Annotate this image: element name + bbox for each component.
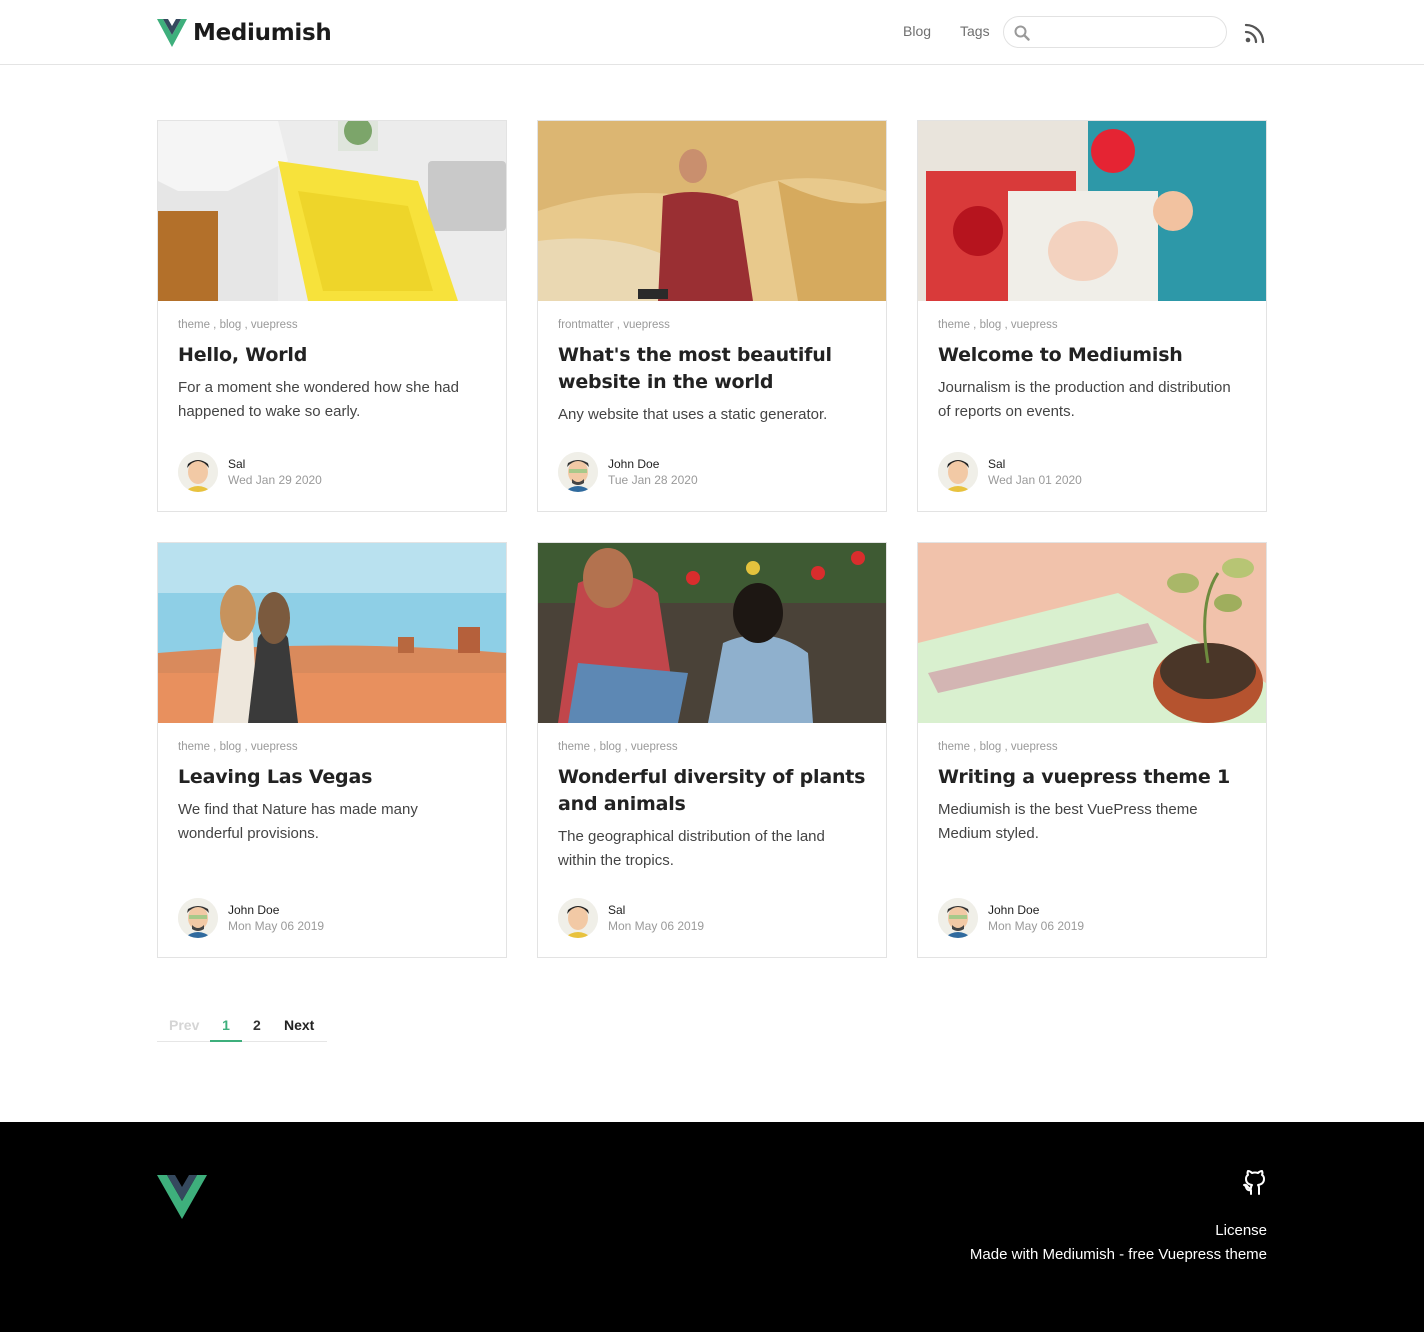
tag-link[interactable]: theme bbox=[178, 319, 210, 331]
brand-name: Mediumish bbox=[193, 20, 332, 46]
nav-tags-link[interactable]: Tags bbox=[960, 23, 990, 39]
post-tags: theme , blog , vuepress bbox=[558, 741, 678, 753]
post-tags: frontmatter , vuepress bbox=[558, 319, 670, 331]
rss-icon[interactable] bbox=[1244, 22, 1266, 44]
tag-link[interactable]: vuepress bbox=[1011, 319, 1058, 331]
tag-link[interactable]: theme bbox=[938, 319, 970, 331]
tag-link[interactable]: vuepress bbox=[623, 319, 670, 331]
author-name[interactable]: John Doe bbox=[608, 457, 659, 471]
site-header: Mediumish Blog Tags bbox=[0, 0, 1424, 65]
vue-logo-icon bbox=[157, 19, 187, 47]
post-tags: theme , blog , vuepress bbox=[938, 319, 1058, 331]
post-author: Sal Wed Jan 01 2020 bbox=[938, 452, 1238, 492]
post-title[interactable]: Welcome to Mediumish bbox=[938, 342, 1248, 369]
post-date: Mon May 06 2019 bbox=[988, 919, 1085, 933]
post-title[interactable]: Hello, World bbox=[178, 342, 488, 369]
post-card[interactable]: theme , blog , vuepress Welcome to Mediu… bbox=[917, 120, 1267, 512]
search-input[interactable] bbox=[1034, 20, 1219, 44]
author-name[interactable]: Sal bbox=[608, 903, 625, 917]
pagination: Prev 1 2 Next bbox=[157, 1009, 327, 1042]
search-box[interactable] bbox=[1003, 16, 1227, 48]
nav-blog-link[interactable]: Blog bbox=[903, 23, 931, 39]
post-author: Sal Mon May 06 2019 bbox=[558, 898, 858, 938]
author-name[interactable]: Sal bbox=[988, 457, 1005, 471]
vue-logo-icon[interactable] bbox=[157, 1175, 207, 1219]
next-page-button[interactable]: Next bbox=[284, 1017, 314, 1033]
post-card[interactable]: theme , blog , vuepress Leaving Las Vega… bbox=[157, 542, 507, 958]
post-tags: theme , blog , vuepress bbox=[178, 741, 298, 753]
post-title[interactable]: What's the most beautiful website in the… bbox=[558, 342, 868, 396]
made-with-link[interactable]: Made with Mediumish - free Vuepress them… bbox=[970, 1246, 1267, 1263]
post-excerpt: The geographical distribution of the lan… bbox=[558, 828, 825, 869]
post-card[interactable]: theme , blog , vuepress Hello, World For… bbox=[157, 120, 507, 512]
brand-link[interactable]: Mediumish bbox=[157, 18, 332, 48]
tag-link[interactable]: vuepress bbox=[1011, 741, 1058, 753]
post-image[interactable] bbox=[538, 543, 886, 723]
tag-link[interactable]: theme bbox=[938, 741, 970, 753]
avatar[interactable] bbox=[938, 452, 978, 492]
avatar[interactable] bbox=[558, 452, 598, 492]
license-link[interactable]: License bbox=[1215, 1222, 1267, 1239]
post-title[interactable]: Leaving Las Vegas bbox=[178, 764, 488, 791]
post-author: John Doe Mon May 06 2019 bbox=[178, 898, 478, 938]
post-tags: theme , blog , vuepress bbox=[938, 741, 1058, 753]
post-tags: theme , blog , vuepress bbox=[178, 319, 298, 331]
post-date: Mon May 06 2019 bbox=[608, 919, 705, 933]
tag-link[interactable]: vuepress bbox=[631, 741, 678, 753]
post-image[interactable] bbox=[918, 121, 1266, 301]
page-1-button[interactable]: 1 bbox=[210, 1017, 242, 1042]
post-excerpt: Journalism is the production and distrib… bbox=[938, 379, 1231, 420]
author-name[interactable]: John Doe bbox=[988, 903, 1039, 917]
site-footer: License Made with Mediumish - free Vuepr… bbox=[0, 1122, 1424, 1332]
post-date: Wed Jan 01 2020 bbox=[988, 473, 1082, 487]
author-name[interactable]: John Doe bbox=[228, 903, 279, 917]
tag-link[interactable]: blog bbox=[980, 741, 1002, 753]
post-card[interactable]: theme , blog , vuepress Wonderful divers… bbox=[537, 542, 887, 958]
post-card[interactable]: theme , blog , vuepress Writing a vuepre… bbox=[917, 542, 1267, 958]
avatar[interactable] bbox=[938, 898, 978, 938]
search-icon bbox=[1014, 25, 1030, 41]
prev-page-button[interactable]: Prev bbox=[169, 1017, 199, 1033]
post-excerpt: Mediumish is the best VuePress theme Med… bbox=[938, 801, 1198, 842]
tag-link[interactable]: theme bbox=[558, 741, 590, 753]
post-date: Wed Jan 29 2020 bbox=[228, 473, 322, 487]
tag-link[interactable]: theme bbox=[178, 741, 210, 753]
tag-link[interactable]: blog bbox=[980, 319, 1002, 331]
tag-link[interactable]: vuepress bbox=[251, 741, 298, 753]
post-image[interactable] bbox=[538, 121, 886, 301]
post-author: John Doe Mon May 06 2019 bbox=[938, 898, 1238, 938]
post-author: John Doe Tue Jan 28 2020 bbox=[558, 452, 858, 492]
avatar[interactable] bbox=[178, 898, 218, 938]
tag-link[interactable]: frontmatter bbox=[558, 319, 614, 331]
post-author: Sal Wed Jan 29 2020 bbox=[178, 452, 478, 492]
post-excerpt: We find that Nature has made many wonder… bbox=[178, 801, 418, 842]
page-2-button[interactable]: 2 bbox=[253, 1017, 261, 1033]
avatar[interactable] bbox=[178, 452, 218, 492]
post-date: Mon May 06 2019 bbox=[228, 919, 325, 933]
post-card[interactable]: frontmatter , vuepress What's the most b… bbox=[537, 120, 887, 512]
post-date: Tue Jan 28 2020 bbox=[608, 473, 698, 487]
post-image[interactable] bbox=[158, 543, 506, 723]
post-image[interactable] bbox=[918, 543, 1266, 723]
github-icon[interactable] bbox=[1243, 1170, 1267, 1196]
tag-link[interactable]: blog bbox=[220, 319, 242, 331]
post-excerpt: Any website that uses a static generator… bbox=[558, 406, 828, 423]
post-excerpt: For a moment she wondered how she had ha… bbox=[178, 379, 459, 420]
author-name[interactable]: Sal bbox=[228, 457, 245, 471]
tag-link[interactable]: vuepress bbox=[251, 319, 298, 331]
post-title[interactable]: Writing a vuepress theme 1 bbox=[938, 764, 1248, 791]
avatar[interactable] bbox=[558, 898, 598, 938]
post-image[interactable] bbox=[158, 121, 506, 301]
post-title[interactable]: Wonderful diversity of plants and animal… bbox=[558, 764, 868, 818]
tag-link[interactable]: blog bbox=[220, 741, 242, 753]
tag-link[interactable]: blog bbox=[600, 741, 622, 753]
